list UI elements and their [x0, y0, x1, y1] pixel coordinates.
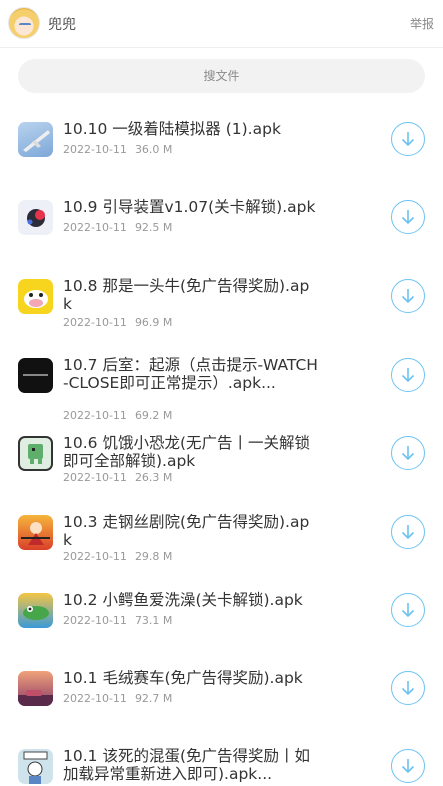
file-title: 10.9 引导装置v1.07(关卡解锁).apk: [63, 198, 316, 216]
file-size: 96.9 M: [134, 316, 173, 329]
download-button[interactable]: [391, 358, 425, 392]
cartoon-character-app-icon: [18, 749, 53, 784]
file-meta: 2022-10-11 36.0 M: [63, 143, 172, 156]
tightrope-theater-app-icon: [18, 515, 53, 550]
download-button[interactable]: [391, 279, 425, 313]
download-arrow-icon: [401, 210, 415, 225]
plush-racing-app-icon: [18, 671, 53, 706]
download-arrow-icon: [401, 289, 415, 304]
download-arrow-icon: [401, 759, 415, 774]
file-meta: 2022-10-11 29.8 M: [63, 550, 172, 563]
file-size: 92.7 M: [134, 692, 173, 705]
report-button[interactable]: 举报: [410, 15, 434, 32]
file-meta: 2022-10-11 73.1 M: [63, 614, 172, 627]
file-meta: 2022-10-11 26.3 M: [63, 471, 172, 484]
download-arrow-icon: [401, 603, 415, 618]
file-date: 2022-10-11: [63, 316, 127, 329]
file-title: 10.3 走钢丝剧院(免广告得奖励).apk: [63, 513, 310, 549]
download-button[interactable]: [391, 436, 425, 470]
file-row[interactable]: 10.6 饥饿小恐龙(无广告丨一关解锁即可全部解锁).apk 2022-10-1…: [0, 420, 443, 498]
file-title: 10.10 一级着陆模拟器 (1).apk: [63, 120, 281, 138]
user-avatar[interactable]: [8, 7, 40, 39]
file-date: 2022-10-11: [63, 221, 127, 234]
download-button[interactable]: [391, 515, 425, 549]
file-meta: 2022-10-11 92.7 M: [63, 692, 172, 705]
download-arrow-icon: [401, 681, 415, 696]
file-size: 73.1 M: [134, 614, 173, 627]
file-date: 2022-10-11: [63, 614, 127, 627]
file-row[interactable]: 10.7 后室：起源（点击提示-WATCH-CLOSE即可正常提示）.apk..…: [0, 342, 443, 422]
file-meta: 2022-10-11 96.9 M: [63, 316, 172, 329]
file-title: 10.6 饥饿小恐龙(无广告丨一关解锁即可全部解锁).apk: [63, 434, 310, 470]
file-row[interactable]: 10.1 该死的混蛋(免广告得奖励丨如加载异常重新进入即可).apk... 20…: [0, 733, 443, 786]
top-bar: 兜兜 举报: [0, 0, 443, 48]
download-button[interactable]: [391, 593, 425, 627]
download-arrow-icon: [401, 446, 415, 461]
dinosaur-app-icon: [18, 436, 53, 471]
file-size: 36.0 M: [134, 143, 173, 156]
download-arrow-icon: [401, 132, 415, 147]
download-button[interactable]: [391, 671, 425, 705]
file-row[interactable]: 10.2 小鳄鱼爱洗澡(关卡解锁).apk 2022-10-11 73.1 M: [0, 577, 443, 655]
backrooms-app-icon: [18, 358, 53, 393]
guidance-device-app-icon: [18, 200, 53, 235]
file-row[interactable]: 10.8 那是一头牛(免广告得奖励).apk 2022-10-11 96.9 M: [0, 263, 443, 341]
file-date: 2022-10-11: [63, 692, 127, 705]
file-row[interactable]: 10.10 一级着陆模拟器 (1).apk 2022-10-11 36.0 M: [0, 106, 443, 184]
cow-app-icon: [18, 279, 53, 314]
download-arrow-icon: [401, 368, 415, 383]
file-title: 10.7 后室：起源（点击提示-WATCH-CLOSE即可正常提示）.apk..…: [63, 356, 318, 392]
file-title: 10.1 该死的混蛋(免广告得奖励丨如加载异常重新进入即可).apk...: [63, 747, 310, 783]
file-title: 10.8 那是一头牛(免广告得奖励).apk: [63, 277, 310, 313]
file-size: 92.5 M: [134, 221, 173, 234]
search-input[interactable]: 搜文件: [18, 59, 425, 93]
file-date: 2022-10-11: [63, 471, 127, 484]
file-date: 2022-10-11: [63, 143, 127, 156]
airplane-app-icon: [18, 122, 53, 157]
file-date: 2022-10-11: [63, 550, 127, 563]
username-label[interactable]: 兜兜: [48, 14, 76, 34]
file-row[interactable]: 10.3 走钢丝剧院(免广告得奖励).apk 2022-10-11 29.8 M: [0, 499, 443, 577]
file-row[interactable]: 10.9 引导装置v1.07(关卡解锁).apk 2022-10-11 92.5 …: [0, 184, 443, 262]
download-button[interactable]: [391, 200, 425, 234]
file-row[interactable]: 10.1 毛绒赛车(免广告得奖励).apk 2022-10-11 92.7 M: [0, 655, 443, 733]
file-meta: 2022-10-11 92.5 M: [63, 221, 172, 234]
file-title: 10.1 毛绒赛车(免广告得奖励).apk: [63, 669, 303, 687]
file-size: 26.3 M: [134, 471, 173, 484]
download-button[interactable]: [391, 122, 425, 156]
download-arrow-icon: [401, 525, 415, 540]
file-size: 29.8 M: [134, 550, 173, 563]
download-button[interactable]: [391, 749, 425, 783]
crocodile-app-icon: [18, 593, 53, 628]
file-title: 10.2 小鳄鱼爱洗澡(关卡解锁).apk: [63, 591, 303, 609]
